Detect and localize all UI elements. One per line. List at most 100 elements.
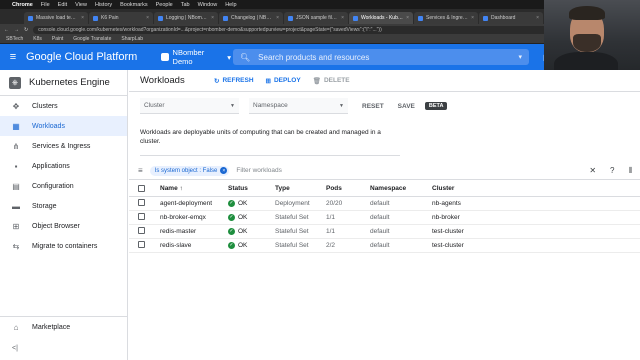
close-icon[interactable]: × (406, 15, 409, 21)
column-header-name[interactable]: Name ↑ (160, 182, 228, 197)
row-checkbox[interactable] (138, 199, 145, 207)
column-header-pods[interactable]: Pods (326, 182, 370, 197)
filter-workloads-input[interactable]: Filter workloads (236, 167, 282, 174)
row-checkbox[interactable] (138, 213, 145, 221)
close-icon[interactable]: × (81, 15, 84, 21)
tab-label: Workloads - Kubernetes E (361, 15, 403, 21)
menubar-item-tab[interactable]: Tab (181, 2, 190, 8)
filter-bar: ≡ Is system object : False × Filter work… (129, 162, 640, 180)
column-display-icon[interactable]: ⦀ (628, 166, 632, 176)
sidebar-item-marketplace[interactable]: ⌂ Marketplace (0, 317, 127, 337)
close-icon[interactable]: × (211, 15, 214, 21)
close-icon[interactable]: × (471, 15, 474, 21)
browser-tab[interactable]: Services & Ingress - Kube× (414, 12, 478, 24)
refresh-button[interactable]: ↻ REFRESH (214, 77, 254, 85)
close-icon[interactable]: × (341, 15, 344, 21)
sidebar-header: ⎈ Kubernetes Engine (0, 70, 127, 96)
menubar-item-bookmarks[interactable]: Bookmarks (120, 2, 148, 8)
delete-label: DELETE (323, 77, 350, 84)
browser-tab[interactable]: K6 Pain × (89, 12, 153, 24)
workload-name-link[interactable]: redis-slave (160, 238, 228, 253)
cluster-select[interactable]: Cluster ▼ (140, 98, 239, 114)
workload-cluster-link[interactable]: test-cluster (432, 238, 640, 253)
delete-button[interactable]: 🗑︎ DELETE (313, 77, 350, 85)
tab-favicon-icon (483, 15, 488, 21)
tab-favicon-icon (418, 15, 423, 21)
workload-name-link[interactable]: redis-master (160, 224, 228, 239)
select-all-checkbox[interactable] (138, 185, 145, 193)
filter-icon[interactable]: ≡ (138, 166, 143, 175)
browser-tab[interactable]: Logging | NBomber × (154, 12, 218, 24)
sidebar-item-label: Applications (32, 162, 70, 170)
collapse-sidebar-icon[interactable]: <| (12, 345, 18, 352)
chip-close-icon[interactable]: × (220, 167, 228, 174)
back-icon[interactable]: ← (4, 27, 9, 33)
column-header-namespace[interactable]: Namespace (370, 182, 432, 197)
column-header-type[interactable]: Type (275, 182, 326, 197)
workload-cluster-link[interactable]: nb-broker (432, 210, 640, 225)
menubar-item-history[interactable]: History (95, 2, 112, 8)
save-button[interactable]: SAVE (398, 103, 415, 110)
browser-tab-active[interactable]: Workloads - Kubernetes E× (349, 12, 413, 24)
workload-cluster-link[interactable]: nb-agents (432, 196, 640, 211)
sort-ascending-icon: ↑ (179, 185, 183, 193)
column-header-cluster[interactable]: Cluster (432, 182, 640, 197)
configuration-icon: ▤ (12, 181, 20, 191)
bookmark-item[interactable]: Paint (52, 36, 63, 42)
menubar-item-edit[interactable]: Edit (58, 2, 67, 8)
beta-badge: BETA (424, 102, 448, 110)
deploy-button[interactable]: ⊞ DEPLOY (266, 77, 301, 85)
clear-filter-icon[interactable]: ✕ (589, 166, 596, 176)
project-selector[interactable]: NBomber Demo ▾ (161, 48, 231, 66)
menubar-item-people[interactable]: People (156, 2, 173, 8)
close-icon[interactable]: × (146, 15, 149, 21)
gcp-brand[interactable]: Google Cloud Platform (26, 51, 161, 63)
bookmark-item[interactable]: SBTech (6, 36, 23, 42)
sidebar-item-label: Workloads (32, 122, 65, 130)
services-icon: ⋔ (12, 141, 20, 151)
workload-name-link[interactable]: agent-deployment (160, 196, 228, 211)
browser-tab[interactable]: JSON sample files - OneU× (284, 12, 348, 24)
sidebar-item-clusters[interactable]: ✥ Clusters (0, 96, 127, 116)
bookmark-item[interactable]: Google Translate (73, 36, 111, 42)
namespace-select[interactable]: Namespace ▼ (249, 98, 348, 114)
close-icon[interactable]: × (276, 15, 279, 21)
help-icon[interactable]: ? (610, 166, 614, 176)
filter-chip[interactable]: Is system object : False × (149, 165, 230, 176)
namespace-select-label: Namespace (253, 102, 288, 109)
menubar-app-name[interactable]: Chrome (12, 2, 33, 8)
browser-tab[interactable]: Massive load testing with× (24, 12, 88, 24)
reset-button[interactable]: RESET (362, 103, 384, 110)
menubar-item-view[interactable]: View (75, 2, 87, 8)
sidebar-item-label: Storage (32, 202, 57, 210)
search-input[interactable]: 🔍︎ Search products and resources ▾ (233, 49, 529, 65)
hamburger-menu-icon[interactable]: ≡ (0, 51, 26, 63)
sidebar-item-workloads[interactable]: ▦ Workloads (0, 116, 127, 136)
sidebar-item-migrate[interactable]: ⇆ Migrate to containers (0, 236, 127, 256)
table-row: nb-broker-emqx ✓ OK Stateful Set 1/1 defa… (129, 210, 640, 225)
sidebar-item-applications[interactable]: ▪ Applications (0, 156, 127, 176)
menubar-item-window[interactable]: Window (198, 2, 218, 8)
close-icon[interactable]: × (536, 15, 539, 21)
forward-icon[interactable]: → (14, 27, 19, 33)
column-header-status[interactable]: Status (228, 182, 275, 197)
bookmark-item[interactable]: K8s (33, 36, 42, 42)
sidebar-item-services[interactable]: ⋔ Services & Ingress (0, 136, 127, 156)
sidebar-item-configuration[interactable]: ▤ Configuration (0, 176, 127, 196)
bookmark-item[interactable]: SharpLab (121, 36, 143, 42)
row-checkbox[interactable] (138, 241, 145, 249)
webcam-beard (573, 34, 601, 52)
status-label: OK (238, 199, 248, 207)
sidebar-item-object-browser[interactable]: ⊞ Object Browser (0, 216, 127, 236)
menubar-item-file[interactable]: File (41, 2, 50, 8)
chevron-down-icon[interactable]: ▾ (518, 53, 522, 61)
menubar-item-help[interactable]: Help (225, 2, 236, 8)
workload-type: Deployment (275, 196, 326, 211)
workload-name-link[interactable]: nb-broker-emqx (160, 210, 228, 225)
sidebar-item-storage[interactable]: ▬ Storage (0, 196, 127, 216)
browser-tab[interactable]: Dashboard × (479, 12, 543, 24)
reload-icon[interactable]: ↻ (24, 27, 28, 33)
workload-cluster-link[interactable]: test-cluster (432, 224, 640, 239)
row-checkbox[interactable] (138, 227, 145, 235)
browser-tab[interactable]: Changelog | NBomber× (219, 12, 283, 24)
